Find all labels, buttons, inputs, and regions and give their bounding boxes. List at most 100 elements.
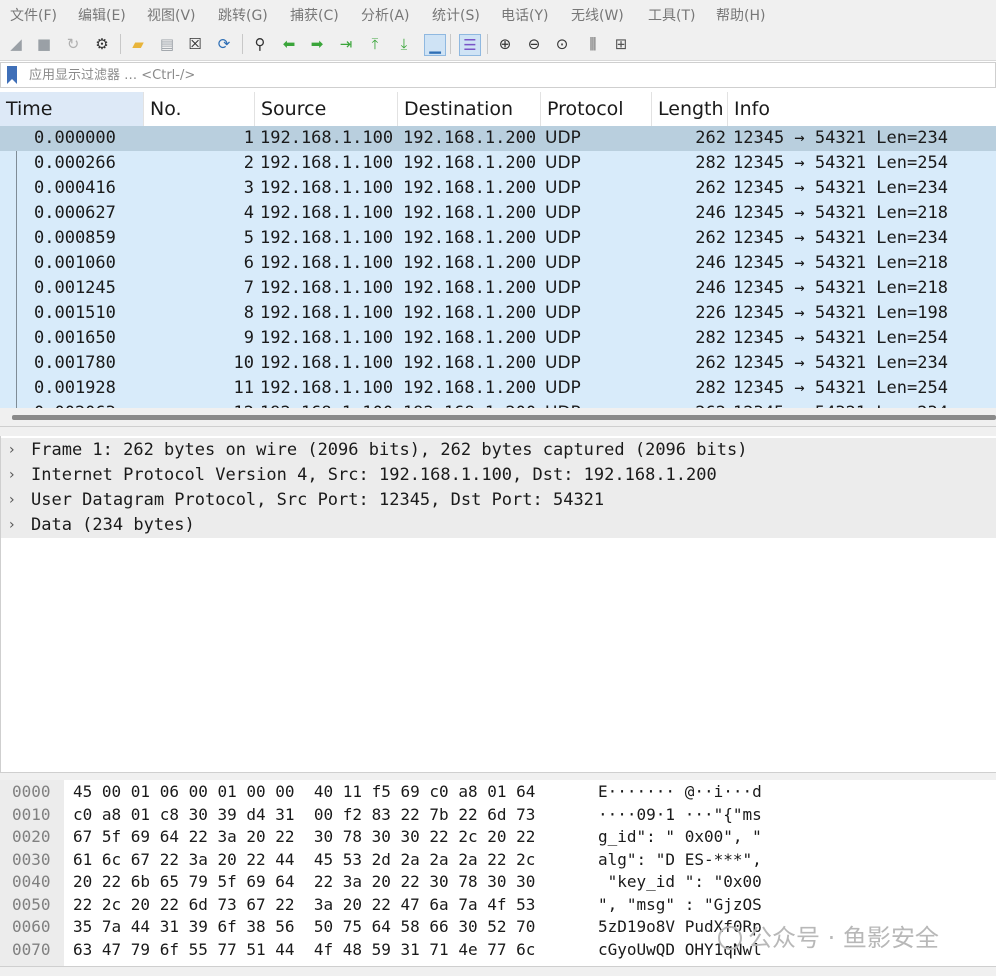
restart-capture-icon[interactable]: ↻ — [63, 34, 83, 54]
packet-cell-src: 192.168.1.100 — [260, 328, 394, 348]
bytes-hex[interactable]: c0 a8 01 c8 30 39 d4 31 00 f2 83 22 7b 2… — [73, 804, 535, 827]
bytes-offset: 0040 — [12, 872, 51, 891]
zoom-out-icon[interactable]: ⊖ — [524, 34, 544, 54]
bytes-ascii[interactable]: ····09·1 ···"{"ms — [598, 804, 762, 827]
normal-size-icon[interactable]: ⊙ — [552, 34, 572, 54]
bytes-ascii[interactable]: alg": "D ES-***", — [598, 849, 762, 872]
bytes-ascii[interactable]: E······· @··i···d — [598, 781, 762, 804]
packet-row[interactable]: 0.000627 4 192.168.1.100 192.168.1.200 UDP 24… — [0, 201, 996, 226]
packet-row[interactable]: 0.001928 11 192.168.1.100 192.168.1.200 UDP 2… — [0, 376, 996, 401]
packet-row[interactable]: 0.000859 5 192.168.1.100 192.168.1.200 UDP 26… — [0, 226, 996, 251]
column-source[interactable]: Source — [255, 92, 398, 126]
open-file-icon[interactable]: ▰ — [128, 34, 148, 54]
last-packet-icon[interactable]: ⤓ — [394, 34, 414, 54]
packet-row[interactable]: 0.000000 1 192.168.1.100 192.168.1.200 UDP 26… — [0, 126, 996, 151]
menu-item-7[interactable]: 电话(Y) — [501, 5, 548, 25]
packet-list-scrollbar[interactable] — [0, 408, 996, 426]
detail-tree-item[interactable]: › Internet Protocol Version 4, Src: 192.1… — [1, 463, 996, 488]
menu-item-4[interactable]: 捕获(C) — [290, 5, 339, 25]
menu-item-6[interactable]: 统计(S) — [432, 5, 480, 25]
menu-item-2[interactable]: 视图(V) — [147, 5, 196, 25]
packet-cell-proto: UDP — [545, 328, 581, 348]
bytes-hex[interactable]: 35 7a 44 31 39 6f 38 56 50 75 64 58 66 3… — [73, 916, 535, 939]
display-filter-input[interactable] — [29, 66, 929, 84]
packet-cell-len: 262 — [652, 401, 726, 408]
packet-cell-src: 192.168.1.100 — [260, 178, 394, 198]
bytes-ascii[interactable]: "key_id ": "0x00 — [598, 871, 762, 894]
expand-chevron-icon[interactable]: › — [9, 463, 15, 488]
packet-cell-info: 12345 → 54321 Len=218 — [733, 203, 948, 223]
packet-row[interactable]: 0.001510 8 192.168.1.100 192.168.1.200 UDP 22… — [0, 301, 996, 326]
bytes-hex[interactable]: 22 2c 20 22 6d 73 67 22 3a 20 22 47 6a 7… — [73, 894, 535, 917]
layout-icon[interactable]: ⊞ — [611, 34, 631, 54]
packet-row[interactable]: 0.001780 10 192.168.1.100 192.168.1.200 UDP 2… — [0, 351, 996, 376]
bytes-hex[interactable]: 63 47 79 6f 55 77 51 44 4f 48 59 31 71 4… — [73, 939, 535, 962]
expand-chevron-icon[interactable]: › — [9, 513, 15, 538]
go-back-icon[interactable]: ⬅ — [279, 34, 299, 54]
go-to-packet-icon[interactable]: ⇥ — [336, 34, 356, 54]
menu-item-3[interactable]: 跳转(G) — [218, 5, 268, 25]
detail-tree-item[interactable]: › User Datagram Protocol, Src Port: 12345… — [1, 488, 996, 513]
menu-item-5[interactable]: 分析(A) — [361, 5, 410, 25]
resize-columns-icon[interactable]: ⫼ — [583, 34, 603, 54]
packet-cell-len: 282 — [695, 378, 726, 398]
packet-cell-no: 2 — [243, 153, 254, 173]
packet-cell-proto: UDP — [545, 253, 581, 273]
menu-item-1[interactable]: 编辑(E) — [78, 5, 126, 25]
reload-file-icon[interactable]: ⟳ — [214, 34, 234, 54]
packet-cell-dst: 192.168.1.200 — [403, 253, 537, 273]
detail-tree-item[interactable]: › Data (234 bytes) — [1, 513, 996, 538]
filter-bookmark-icon[interactable] — [7, 66, 17, 84]
bytes-hex[interactable]: 45 00 01 06 00 01 00 00 40 11 f5 69 c0 a… — [73, 781, 535, 804]
column-protocol[interactable]: Protocol — [541, 92, 652, 126]
colorize-icon[interactable]: ☰ — [459, 34, 481, 56]
menu-item-0[interactable]: 文件(F) — [10, 5, 57, 25]
packet-cell-time: 0.002063 — [34, 401, 144, 408]
packet-list[interactable]: 0.000000 1 192.168.1.100 192.168.1.200 UDP 26… — [0, 126, 996, 408]
menu-item-8[interactable]: 无线(W) — [571, 5, 624, 25]
bytes-offset: 0060 — [12, 917, 51, 936]
bytes-hex[interactable]: 20 22 6b 65 79 5f 69 64 22 3a 20 22 30 7… — [73, 871, 535, 894]
bytes-offset: 0000 — [12, 782, 51, 801]
packet-cell-no: 4 — [243, 203, 254, 223]
stop-capture-icon[interactable]: ■ — [34, 34, 54, 54]
bytes-hex[interactable]: 67 5f 69 64 22 3a 20 22 30 78 30 30 22 2… — [73, 826, 535, 849]
column-time[interactable]: Time — [0, 92, 144, 126]
packet-row[interactable]: 0.000416 3 192.168.1.100 192.168.1.200 UDP 26… — [0, 176, 996, 201]
expand-chevron-icon[interactable]: › — [9, 488, 15, 513]
detail-item-label: User Datagram Protocol, Src Port: 12345,… — [31, 490, 605, 510]
packet-row[interactable]: 0.001650 9 192.168.1.100 192.168.1.200 UDP 28… — [0, 326, 996, 351]
menu-item-10[interactable]: 帮助(H) — [716, 5, 765, 25]
zoom-in-icon[interactable]: ⊕ — [495, 34, 515, 54]
column-no[interactable]: No. — [144, 92, 255, 126]
save-file-icon[interactable]: ▤ — [157, 34, 177, 54]
expand-chevron-icon[interactable]: › — [9, 438, 15, 463]
packet-cell-proto: UDP — [545, 153, 581, 173]
display-filter-bar — [0, 62, 996, 88]
packet-row[interactable]: 0.001245 7 192.168.1.100 192.168.1.200 UDP 24… — [0, 276, 996, 301]
bytes-offset: 0050 — [12, 894, 51, 914]
packet-row[interactable]: 0.001060 6 192.168.1.100 192.168.1.200 UDP 24… — [0, 251, 996, 276]
bytes-ascii[interactable]: ", "msg" : "GjzOS — [598, 894, 762, 917]
packet-row[interactable]: 0.00206312 192.168.1.100192.168.1.200UDP 2… — [0, 401, 996, 408]
close-file-icon[interactable]: ☒ — [185, 34, 205, 54]
scrollbar-thumb[interactable] — [12, 415, 996, 420]
detail-tree-item[interactable]: › Frame 1: 262 bytes on wire (2096 bits),… — [1, 438, 996, 463]
first-packet-icon[interactable]: ⤒ — [365, 34, 385, 54]
column-length[interactable]: Length — [652, 92, 728, 126]
column-info[interactable]: Info — [728, 92, 996, 126]
packet-cell-dst: 192.168.1.200 — [403, 353, 537, 373]
capture-options-icon[interactable]: ⚙ — [92, 34, 112, 54]
find-packet-icon[interactable]: ⚲ — [250, 34, 270, 54]
go-forward-icon[interactable]: ➡ — [307, 34, 327, 54]
packet-details-pane: › Frame 1: 262 bytes on wire (2096 bits),… — [0, 436, 996, 772]
autoscroll-icon[interactable]: ▁ — [424, 34, 446, 56]
menu-item-9[interactable]: 工具(T) — [648, 5, 695, 25]
start-capture-icon[interactable]: ◢ — [6, 34, 26, 54]
bytes-ascii[interactable]: g_id": " 0x00", " — [598, 826, 762, 849]
packet-cell-proto: UDP — [545, 401, 645, 408]
packet-row[interactable]: 0.000266 2 192.168.1.100 192.168.1.200 UDP 28… — [0, 151, 996, 176]
bytes-hex[interactable]: 61 6c 67 22 3a 20 22 44 45 53 2d 2a 2a 2… — [73, 849, 535, 872]
column-destination[interactable]: Destination — [398, 92, 541, 126]
packet-cell-info: 12345 → 54321 Len=234 — [733, 128, 948, 148]
